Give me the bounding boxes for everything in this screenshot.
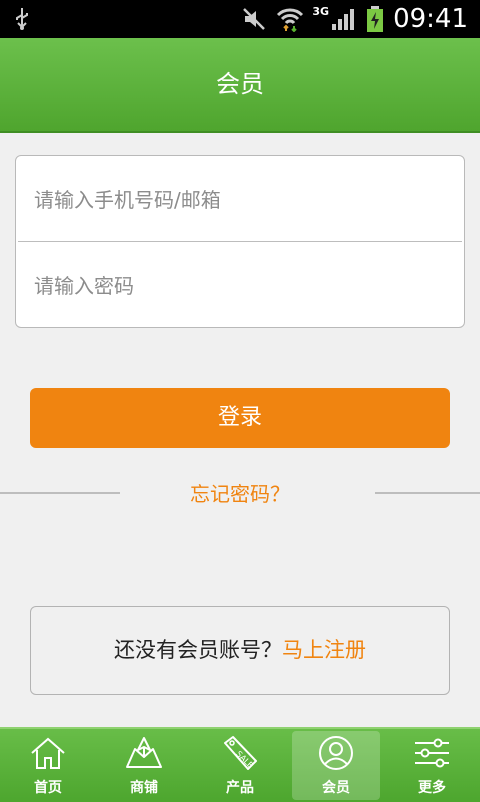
tab-store[interactable]: 商铺: [96, 729, 192, 802]
tab-label: 产品: [226, 780, 254, 796]
sale-tag-icon: SALE: [220, 735, 260, 771]
signal-icon: [331, 7, 357, 31]
forgot-password-link[interactable]: 忘记密码？: [120, 472, 360, 516]
tab-member[interactable]: 会员: [288, 729, 384, 802]
bottom-tab-bar: 首页 商铺 SALE 产品 会员 更多: [0, 727, 480, 802]
login-card: 请输入手机号码/邮箱 请输入密码: [15, 155, 465, 328]
mute-icon: [242, 7, 268, 31]
network-type: 3G: [312, 4, 330, 18]
svg-text:SALE: SALE: [234, 749, 255, 770]
tab-label: 会员: [322, 780, 350, 796]
wifi-icon: [276, 6, 304, 32]
divider-left: [0, 492, 120, 494]
forgot-password-row: 忘记密码？: [0, 472, 480, 516]
member-icon: [316, 735, 356, 771]
register-box: 还没有会员账号？马上注册: [30, 606, 450, 695]
page-title: 会员: [216, 70, 264, 98]
tab-label: 商铺: [130, 780, 158, 796]
register-link[interactable]: 马上注册: [282, 638, 366, 662]
tab-label: 首页: [34, 780, 62, 796]
usb-icon: [14, 7, 30, 35]
store-map-icon: [124, 735, 164, 771]
tab-products[interactable]: SALE 产品: [192, 729, 288, 802]
account-input[interactable]: 请输入手机号码/邮箱: [16, 156, 464, 241]
password-input[interactable]: 请输入密码: [16, 242, 464, 327]
battery-icon: [365, 5, 385, 33]
app-header: 会员: [0, 38, 480, 133]
home-icon: [28, 735, 68, 771]
login-button[interactable]: 登录: [30, 388, 450, 448]
tab-home[interactable]: 首页: [0, 729, 96, 802]
clock: 09:41: [393, 4, 468, 34]
divider-right: [375, 492, 480, 494]
sliders-icon: [412, 735, 452, 771]
tab-more[interactable]: 更多: [384, 729, 480, 802]
tab-label: 更多: [418, 780, 446, 796]
register-prompt: 还没有会员账号？: [114, 638, 282, 662]
status-bar: 3G 09:41: [0, 0, 480, 38]
